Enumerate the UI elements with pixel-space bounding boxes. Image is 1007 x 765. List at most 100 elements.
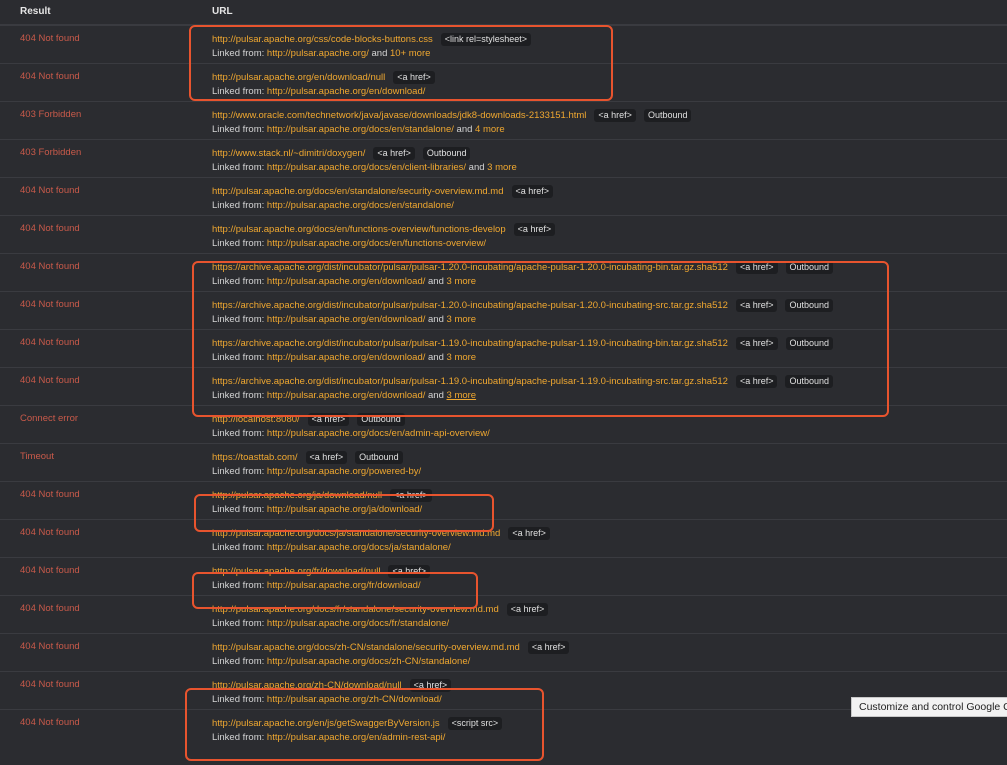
broken-url-link[interactable]: http://www.oracle.com/technetwork/java/j… [212, 110, 586, 121]
broken-url-link[interactable]: https://archive.apache.org/dist/incubato… [212, 262, 728, 273]
more-count[interactable]: and 3 more [428, 352, 476, 363]
linked-from-line: Linked from: http://pulsar.apache.org/zh… [212, 694, 442, 705]
more-count[interactable]: and 3 more [428, 276, 476, 287]
broken-url-link[interactable]: http://pulsar.apache.org/docs/ja/standal… [212, 528, 500, 539]
source-page-link[interactable]: http://pulsar.apache.org/zh-CN/download/ [267, 694, 442, 705]
broken-url-link[interactable]: http://pulsar.apache.org/en/js/getSwagge… [212, 718, 440, 729]
broken-url-link[interactable]: https://archive.apache.org/dist/incubato… [212, 338, 728, 349]
element-type-badge: <a href> [506, 603, 549, 616]
source-page-link[interactable]: http://pulsar.apache.org/ [267, 48, 369, 59]
source-page-link[interactable]: http://pulsar.apache.org/en/download/ [267, 276, 425, 287]
source-page-link[interactable]: http://pulsar.apache.org/docs/en/functio… [267, 238, 486, 249]
result-status: Timeout [20, 451, 54, 462]
linked-from-label: Linked from: [212, 200, 267, 211]
outbound-badge: Outbound [785, 261, 834, 274]
linked-from-label: Linked from: [212, 86, 267, 97]
table-row: 404 Not found http://pulsar.apache.org/do… [0, 177, 1007, 215]
table-header: Result URL [0, 0, 1007, 25]
outbound-badge: Outbound [785, 375, 834, 388]
table-row: 404 Not found http://pulsar.apache.org/en… [0, 63, 1007, 101]
url-line: http://pulsar.apache.org/docs/zh-CN/stan… [212, 641, 570, 654]
outbound-badge: Outbound [785, 337, 834, 350]
linked-from-line: Linked from: http://pulsar.apache.org/en… [212, 390, 476, 401]
source-page-link[interactable]: http://pulsar.apache.org/fr/download/ [267, 580, 421, 591]
broken-url-link[interactable]: http://pulsar.apache.org/docs/zh-CN/stan… [212, 642, 520, 653]
url-line: http://pulsar.apache.org/docs/en/standal… [212, 185, 554, 198]
broken-url-link[interactable]: https://toasttab.com/ [212, 452, 298, 463]
table-row: 404 Not found https://archive.apache.org/… [0, 291, 1007, 329]
source-page-link[interactable]: http://pulsar.apache.org/en/download/ [267, 86, 425, 97]
more-count[interactable]: and 3 more [428, 314, 476, 325]
outbound-badge: Outbound [355, 451, 403, 464]
source-page-link[interactable]: http://pulsar.apache.org/docs/en/standal… [267, 124, 454, 135]
linked-from-label: Linked from: [212, 504, 267, 515]
result-status: 404 Not found [20, 717, 80, 728]
linked-from-label: Linked from: [212, 580, 267, 591]
broken-url-link[interactable]: http://www.stack.nl/~dimitri/doxygen/ [212, 148, 365, 159]
more-count[interactable]: and 3 more [428, 390, 476, 401]
element-type-badge: <a href> [305, 451, 348, 464]
linked-from-label: Linked from: [212, 428, 267, 439]
broken-url-link[interactable]: http://pulsar.apache.org/ja/download/nul… [212, 490, 382, 501]
url-line: https://archive.apache.org/dist/incubato… [212, 375, 834, 388]
source-page-link[interactable]: http://pulsar.apache.org/en/admin-rest-a… [267, 732, 446, 743]
element-type-badge: <a href> [508, 527, 550, 540]
linked-from-line: Linked from: http://pulsar.apache.org/en… [212, 314, 476, 325]
url-line: http://pulsar.apache.org/css/code-blocks… [212, 33, 532, 46]
source-page-link[interactable]: http://pulsar.apache.org/en/download/ [267, 390, 425, 401]
broken-url-link[interactable]: http://pulsar.apache.org/docs/en/standal… [212, 186, 504, 197]
more-count[interactable]: and 3 more [469, 162, 517, 173]
outbound-badge: Outbound [643, 109, 692, 122]
linked-from-label: Linked from: [212, 124, 267, 135]
url-line: http://pulsar.apache.org/fr/download/nul… [212, 565, 431, 578]
broken-url-link[interactable]: http://pulsar.apache.org/docs/en/functio… [212, 224, 506, 235]
source-page-link[interactable]: http://pulsar.apache.org/en/download/ [267, 352, 425, 363]
result-status: 404 Not found [20, 185, 80, 196]
source-page-link[interactable]: http://pulsar.apache.org/docs/zh-CN/stan… [267, 656, 470, 667]
source-page-link[interactable]: http://pulsar.apache.org/docs/en/standal… [267, 200, 454, 211]
source-page-link[interactable]: http://pulsar.apache.org/docs/en/client-… [267, 162, 466, 173]
url-line: https://toasttab.com/ <a href> Outbound [212, 451, 403, 464]
browser-tooltip: Customize and control Google Chrome [851, 697, 1007, 717]
broken-url-link[interactable]: http://pulsar.apache.org/css/code-blocks… [212, 34, 433, 45]
table-row: 403 Forbidden http://www.oracle.com/techn… [0, 101, 1007, 139]
element-type-badge: <a href> [307, 413, 350, 426]
broken-url-link[interactable]: https://archive.apache.org/dist/incubato… [212, 376, 728, 387]
url-line: https://archive.apache.org/dist/incubato… [212, 261, 834, 274]
url-column-header: URL [212, 6, 233, 17]
table-row: 404 Not found http://pulsar.apache.org/do… [0, 215, 1007, 253]
result-status: 404 Not found [20, 71, 80, 82]
element-type-badge: <a href> [735, 375, 778, 388]
linked-from-line: Linked from: http://pulsar.apache.org/fr… [212, 580, 421, 591]
source-page-link[interactable]: http://pulsar.apache.org/ja/download/ [267, 504, 422, 515]
linked-from-label: Linked from: [212, 732, 267, 743]
more-count[interactable]: and 4 more [457, 124, 505, 135]
source-page-link[interactable]: http://pulsar.apache.org/docs/fr/standal… [267, 618, 449, 629]
source-page-link[interactable]: http://pulsar.apache.org/docs/ja/standal… [267, 542, 451, 553]
broken-url-link[interactable]: http://pulsar.apache.org/fr/download/nul… [212, 566, 380, 577]
element-type-badge: <a href> [388, 565, 431, 578]
url-line: http://pulsar.apache.org/en/download/nul… [212, 71, 435, 84]
table-row: 404 Not found https://archive.apache.org/… [0, 253, 1007, 291]
more-count[interactable]: and 10+ more [372, 48, 431, 59]
source-page-link[interactable]: http://pulsar.apache.org/en/download/ [267, 314, 425, 325]
broken-url-link[interactable]: http://pulsar.apache.org/en/download/nul… [212, 72, 385, 83]
broken-url-link[interactable]: http://pulsar.apache.org/docs/fr/standal… [212, 604, 499, 615]
broken-url-link[interactable]: https://archive.apache.org/dist/incubato… [212, 300, 728, 311]
linked-from-label: Linked from: [212, 238, 267, 249]
linked-from-line: Linked from: http://pulsar.apache.org/en… [212, 732, 445, 743]
broken-url-link[interactable]: http://pulsar.apache.org/zh-CN/download/… [212, 680, 402, 691]
url-line: https://archive.apache.org/dist/incubato… [212, 337, 834, 350]
table-row: 404 Not found http://pulsar.apache.org/do… [0, 519, 1007, 557]
linked-from-line: Linked from: http://pulsar.apache.org/ a… [212, 48, 430, 59]
linked-from-label: Linked from: [212, 314, 267, 325]
element-type-badge: <a href> [390, 489, 432, 502]
element-type-badge: <a href> [735, 299, 778, 312]
linked-from-label: Linked from: [212, 694, 267, 705]
broken-url-link[interactable]: http://localhost:8080/ [212, 414, 300, 425]
table-row: 404 Not found http://pulsar.apache.org/cs… [0, 25, 1007, 63]
linked-from-label: Linked from: [212, 618, 267, 629]
source-page-link[interactable]: http://pulsar.apache.org/docs/en/admin-a… [267, 428, 490, 439]
source-page-link[interactable]: http://pulsar.apache.org/powered-by/ [267, 466, 421, 477]
element-type-badge: <a href> [594, 109, 636, 122]
